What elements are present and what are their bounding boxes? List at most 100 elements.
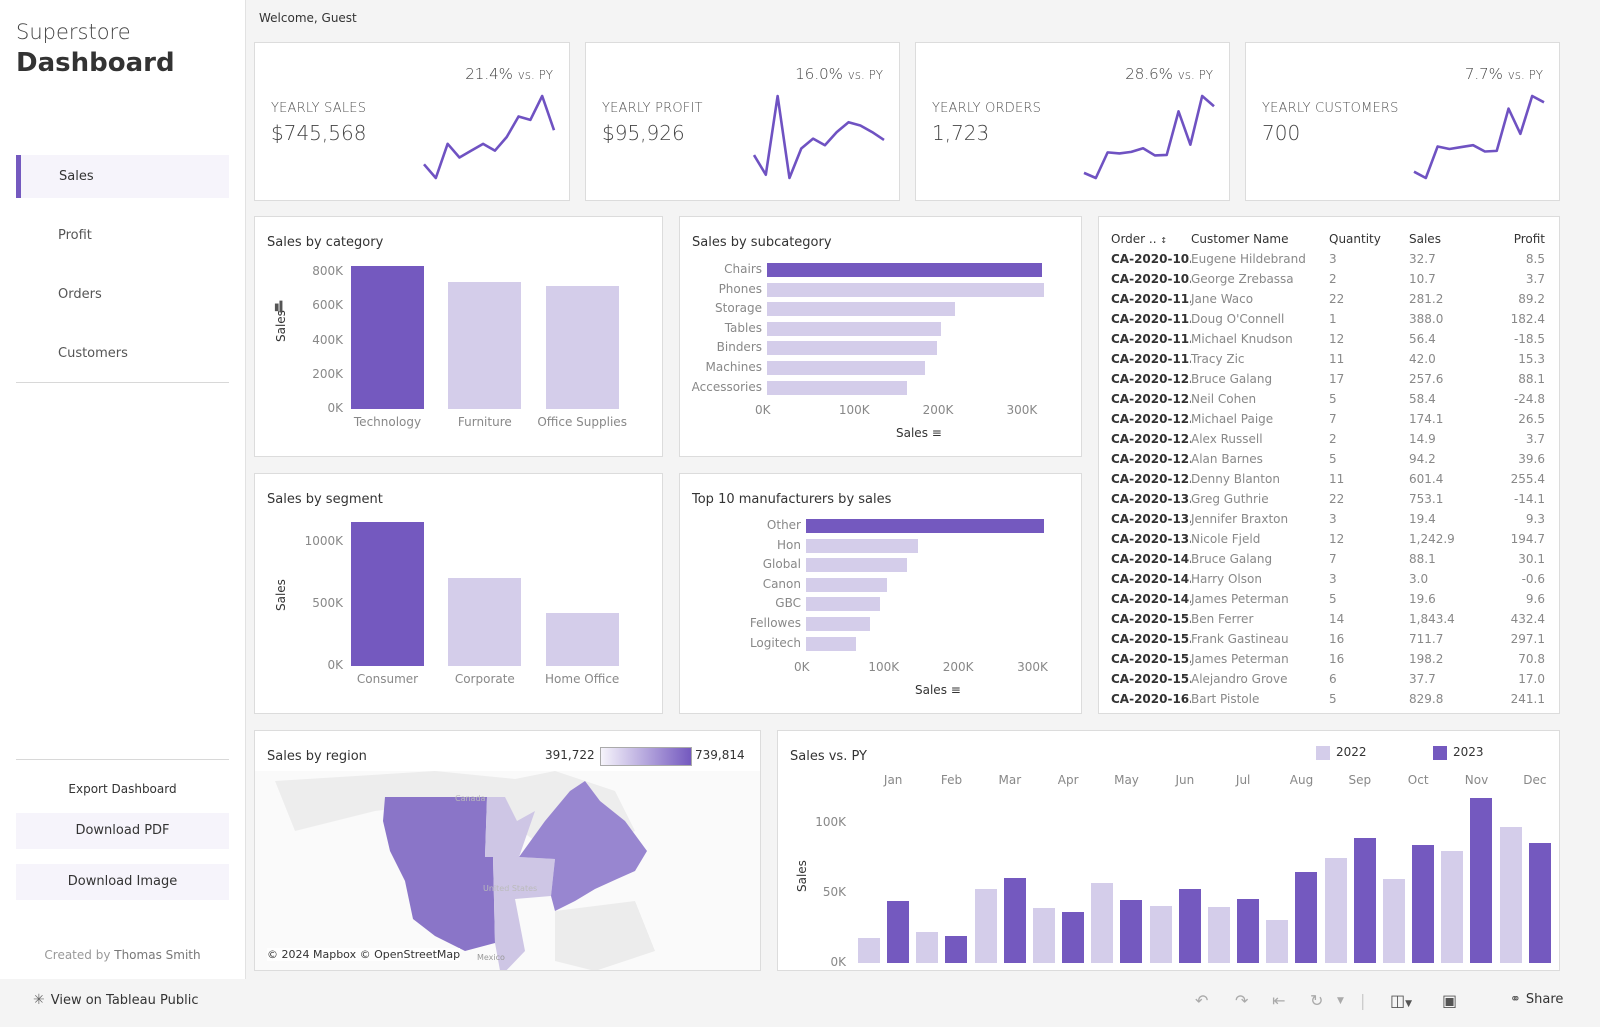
bar-accessories[interactable] — [767, 380, 907, 395]
bar-jan-2023[interactable] — [887, 901, 909, 963]
bar-nov-2022[interactable] — [1441, 851, 1464, 963]
bar-chairs[interactable] — [767, 263, 1042, 277]
bar-technology[interactable] — [351, 266, 424, 409]
nav-item-customers[interactable]: Customers — [16, 332, 229, 375]
download-image-button[interactable]: Download Image — [16, 864, 229, 900]
bar-corporate[interactable] — [448, 578, 522, 666]
download-icon[interactable]: ◫▼ — [1390, 991, 1412, 1010]
table-row[interactable]: CA-2020-14.. Harry Olson 3 3.0 -0.6 — [1111, 569, 1547, 589]
table-row[interactable]: CA-2020-13.. Nicole Fjeld 12 1,242.9 194.7 — [1111, 529, 1547, 549]
bar-jun-2022[interactable] — [1149, 905, 1172, 963]
table-row[interactable]: CA-2020-15.. Frank Gastineau 16 711.7 297.1 — [1111, 629, 1547, 649]
bar-apr-2022[interactable] — [1033, 908, 1055, 963]
table-row[interactable]: CA-2020-12.. Alex Russell 2 14.9 3.7 — [1111, 429, 1547, 449]
table-row[interactable]: CA-2020-15.. Ben Ferrer 14 1,843.4 432.4 — [1111, 609, 1547, 629]
bar-jun-2023[interactable] — [1178, 888, 1201, 963]
table-row[interactable]: CA-2020-11.. Jane Waco 22 281.2 89.2 — [1111, 289, 1547, 309]
bar-may-2022[interactable] — [1091, 883, 1114, 963]
bar-other[interactable] — [806, 519, 1044, 533]
sales-by-region-card: Sales by region 391,722 739,814 Canada U… — [254, 730, 761, 971]
bar-aug-2023[interactable] — [1295, 872, 1318, 963]
table-row[interactable]: CA-2020-11.. Doug O'Connell 1 388.0 182.4 — [1111, 309, 1547, 329]
bar-may-2023[interactable] — [1120, 900, 1143, 963]
table-row[interactable]: CA-2020-12.. Denny Blanton 11 601.4 255.4 — [1111, 469, 1547, 489]
column-header-sales[interactable]: Sales — [1409, 229, 1479, 249]
sparkline-path[interactable] — [1083, 94, 1215, 180]
bar-consumer[interactable] — [351, 522, 424, 666]
table-row[interactable]: CA-2020-13.. Jennifer Braxton 3 19.4 9.3 — [1111, 509, 1547, 529]
sparkline-path[interactable] — [752, 94, 885, 180]
bar-global[interactable] — [806, 558, 908, 573]
bar-office-supplies[interactable] — [545, 286, 619, 409]
bar-jul-2022[interactable] — [1208, 907, 1230, 963]
bar-tables[interactable] — [767, 321, 941, 336]
month-label: Apr — [1057, 773, 1079, 787]
refresh-dropdown-icon[interactable]: ▼ — [1337, 996, 1344, 1006]
table-row[interactable]: CA-2020-13.. Greg Guthrie 22 753.1 -14.1 — [1111, 489, 1547, 509]
nav-item-profit[interactable]: Profit — [16, 214, 229, 257]
bar-sep-2023[interactable] — [1353, 838, 1376, 963]
revert-icon[interactable]: ⇤ — [1272, 991, 1285, 1010]
view-on-tableau-public-link[interactable]: ✳ View on Tableau Public — [33, 992, 198, 1008]
table-row[interactable]: CA-2020-14.. Bruce Galang 7 88.1 30.1 — [1111, 549, 1547, 569]
bar-logitech[interactable] — [806, 636, 856, 651]
column-header-quantity[interactable]: Quantity — [1329, 229, 1409, 249]
region-map[interactable]: Canada United States Mexico — [255, 771, 761, 971]
table-row[interactable]: CA-2020-10.. George Zrebassa 2 10.7 3.7 — [1111, 269, 1547, 289]
table-row[interactable]: CA-2020-12.. Neil Cohen 5 58.4 -24.8 — [1111, 389, 1547, 409]
sparkline-path[interactable] — [423, 94, 556, 180]
bar-binders[interactable] — [767, 341, 938, 356]
sort-descending-icon[interactable]: ≡ — [951, 683, 961, 697]
download-pdf-button[interactable]: Download PDF — [16, 813, 229, 849]
bar-home-office[interactable] — [545, 612, 619, 666]
bar-dec-2023[interactable] — [1528, 842, 1551, 963]
bar-aug-2022[interactable] — [1266, 919, 1289, 963]
fullscreen-icon[interactable]: ▣ — [1442, 991, 1457, 1010]
column-header-order[interactable]: Order .. ↕ — [1111, 229, 1191, 249]
bar-sep-2022[interactable] — [1324, 858, 1347, 963]
bar-feb-2022[interactable] — [916, 931, 939, 963]
table-row[interactable]: CA-2020-10.. Eugene Hildebrand 3 32.7 8.5 — [1111, 249, 1547, 269]
bar-nov-2023[interactable] — [1470, 797, 1493, 963]
bar-mar-2023[interactable] — [1003, 877, 1026, 963]
bar-dec-2022[interactable] — [1499, 827, 1522, 963]
column-header-customer[interactable]: Customer Name — [1191, 229, 1329, 249]
table-row[interactable]: CA-2020-15.. Alejandro Grove 6 37.7 17.0 — [1111, 669, 1547, 689]
sort-az-icon[interactable]: ↕ — [1160, 236, 1167, 245]
bar-machines[interactable] — [767, 361, 926, 375]
bar-phones[interactable] — [767, 282, 1044, 297]
bar-oct-2022[interactable] — [1383, 879, 1405, 963]
refresh-icon[interactable]: ↻ — [1310, 991, 1323, 1010]
share-button[interactable]: ⚭ Share — [1510, 992, 1563, 1007]
nav-item-sales[interactable]: Sales — [16, 155, 229, 198]
sparkline-path[interactable] — [1413, 94, 1545, 180]
undo-icon[interactable]: ↶ — [1195, 991, 1208, 1010]
table-row[interactable]: CA-2020-16.. Bart Pistole 5 829.8 241.1 — [1111, 689, 1547, 709]
redo-icon[interactable]: ↷ — [1235, 991, 1248, 1010]
bar-fellowes[interactable] — [806, 617, 870, 631]
table-row[interactable]: CA-2020-11.. Tracy Zic 11 42.0 15.3 — [1111, 349, 1547, 369]
nav-item-orders[interactable]: Orders — [16, 273, 229, 316]
bar-furniture[interactable] — [448, 282, 522, 409]
bar-hon[interactable] — [806, 538, 918, 553]
bar-jan-2022[interactable] — [858, 937, 880, 963]
table-row[interactable]: CA-2020-11.. Michael Knudson 12 56.4 -18.5 — [1111, 329, 1547, 349]
sort-descending-icon[interactable]: ≡ — [932, 426, 942, 440]
bar-feb-2023[interactable] — [945, 935, 968, 963]
table-row[interactable]: CA-2020-12.. Michael Paige 7 174.1 26.5 — [1111, 409, 1547, 429]
table-row[interactable]: CA-2020-15.. James Peterman 16 198.2 70.8 — [1111, 649, 1547, 669]
map-attribution[interactable]: © 2024 Mapbox © OpenStreetMap — [267, 948, 461, 961]
table-row[interactable]: CA-2020-12.. Bruce Galang 17 257.6 88.1 — [1111, 369, 1547, 389]
x-tick-label: 300K — [1017, 660, 1048, 674]
bar-canon[interactable] — [806, 577, 888, 592]
bar-jul-2023[interactable] — [1237, 898, 1259, 963]
table-row[interactable]: CA-2020-12.. Alan Barnes 5 94.2 39.6 — [1111, 449, 1547, 469]
bar-oct-2023[interactable] — [1412, 845, 1434, 963]
table-row[interactable]: CA-2020-16..Carol Triggs121,001.4315.8 — [1111, 709, 1547, 713]
bar-storage[interactable] — [767, 302, 955, 317]
bar-gbc[interactable] — [806, 597, 880, 612]
table-row[interactable]: CA-2020-14.. James Peterman 5 19.6 9.6 — [1111, 589, 1547, 609]
bar-apr-2023[interactable] — [1062, 911, 1084, 963]
column-header-profit[interactable]: Profit — [1479, 229, 1545, 249]
bar-mar-2022[interactable] — [974, 888, 997, 963]
